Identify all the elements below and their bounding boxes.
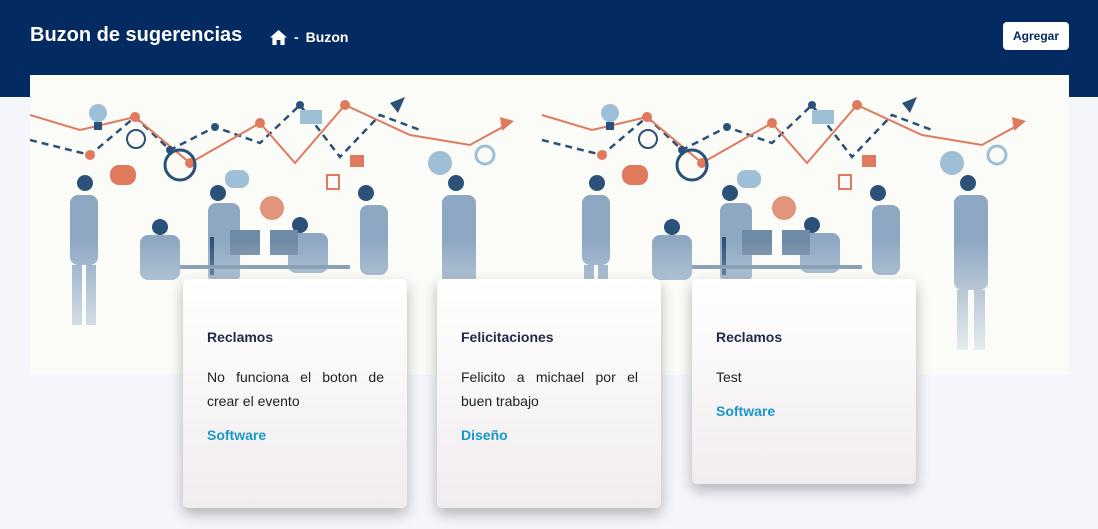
suggestion-card[interactable]: Reclamos Test Software bbox=[692, 279, 916, 484]
breadcrumb: - Buzon bbox=[270, 29, 348, 45]
card-category-link[interactable]: Software bbox=[716, 403, 893, 419]
suggestion-card[interactable]: Reclamos No funciona el boton de crear e… bbox=[183, 279, 407, 508]
breadcrumb-current: Buzon bbox=[305, 29, 349, 45]
home-icon[interactable] bbox=[270, 29, 287, 45]
add-button[interactable]: Agregar bbox=[1003, 22, 1069, 50]
card-text: Felicito a michael por el buen trabajo bbox=[461, 369, 638, 409]
card-title: Reclamos bbox=[207, 329, 274, 345]
card-category-link[interactable]: Software bbox=[207, 427, 384, 443]
suggestion-card[interactable]: Felicitaciones Felicito a michael por el… bbox=[437, 279, 661, 508]
card-category-link[interactable]: Diseño bbox=[461, 427, 638, 443]
card-title: Reclamos bbox=[716, 329, 783, 345]
card-title: Felicitaciones bbox=[461, 329, 554, 345]
page-title: Buzon de sugerencias bbox=[30, 24, 243, 46]
breadcrumb-separator: - bbox=[294, 29, 299, 45]
card-text: No funciona el boton de crear el evento bbox=[207, 369, 384, 409]
card-text: Test bbox=[716, 369, 742, 385]
